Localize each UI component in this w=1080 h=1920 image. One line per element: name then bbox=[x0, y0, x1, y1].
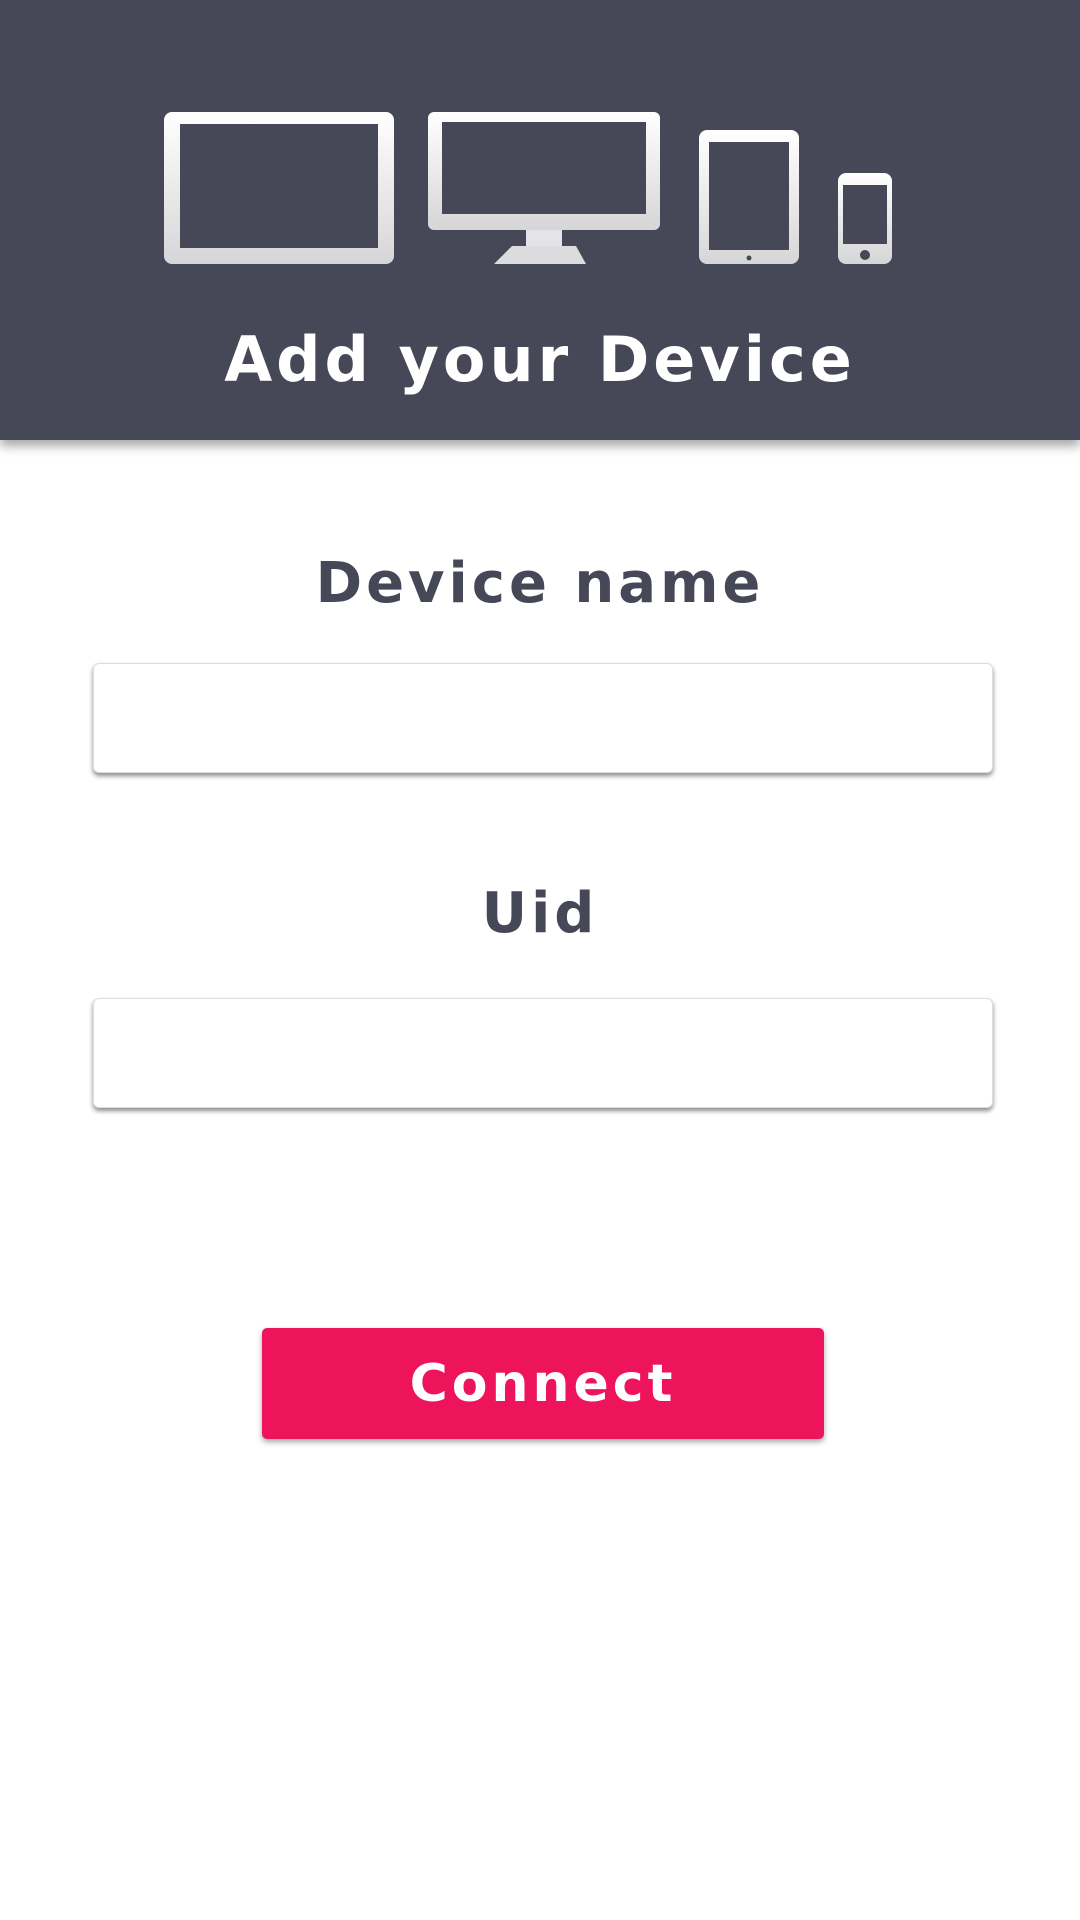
device-name-input[interactable] bbox=[93, 663, 993, 773]
device-name-label: Device name bbox=[315, 551, 765, 616]
tablet-icon bbox=[699, 130, 799, 264]
header-banner: Add your Device bbox=[0, 0, 1080, 440]
uid-label: Uid bbox=[481, 881, 599, 946]
laptop-icon bbox=[164, 112, 394, 264]
desktop-monitor-icon bbox=[428, 112, 660, 264]
smartphone-icon bbox=[838, 173, 892, 264]
device-icons bbox=[164, 112, 892, 264]
connect-button[interactable]: Connect bbox=[262, 1328, 824, 1439]
uid-input[interactable] bbox=[93, 998, 993, 1108]
page-title: Add your Device bbox=[224, 323, 856, 396]
